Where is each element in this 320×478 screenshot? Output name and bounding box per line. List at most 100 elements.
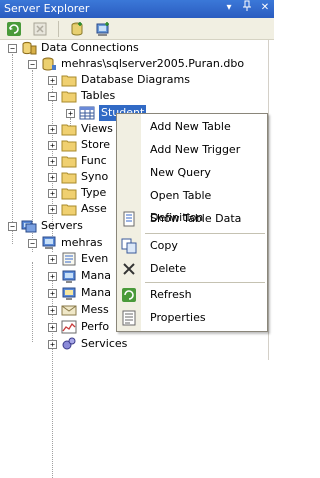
menu-item-copy[interactable]: Copy <box>117 235 267 257</box>
folder-icon <box>61 124 77 136</box>
tree-node-database-diagrams[interactable]: + Database Diagrams <box>48 72 190 88</box>
menu-item-refresh[interactable]: Refresh <box>117 284 267 306</box>
toolbar <box>0 18 274 40</box>
collapse-icon[interactable]: − <box>28 59 37 69</box>
expand-icon[interactable]: + <box>48 305 57 315</box>
tree-label: Func <box>81 154 107 167</box>
expand-icon[interactable]: + <box>48 188 57 198</box>
expand-icon[interactable]: + <box>66 108 75 118</box>
close-icon[interactable]: ✕ <box>258 0 272 16</box>
collapse-icon[interactable]: − <box>8 43 17 53</box>
menu-separator <box>145 282 265 283</box>
pin-icon[interactable] <box>240 0 254 16</box>
window-title: Server Explorer <box>4 2 90 15</box>
expand-icon[interactable]: + <box>48 339 57 349</box>
tree-node-management-events[interactable]: + Mana <box>48 285 111 301</box>
tree-node-servers[interactable]: − Servers <box>8 218 83 234</box>
stop-icon <box>33 22 47 35</box>
menu-item-label: Copy <box>150 239 178 252</box>
tree-node-management-classes[interactable]: + Mana <box>48 268 111 284</box>
tree-label: Mana <box>81 286 111 299</box>
menu-item-new-query[interactable]: New Query <box>117 162 267 184</box>
expand-icon[interactable]: + <box>48 75 57 85</box>
data-connections-icon <box>22 41 37 55</box>
tree-node-server-mehras[interactable]: − mehras <box>28 235 102 251</box>
menu-item-open-table-definition[interactable]: Open Table Definition <box>117 185 267 224</box>
tree-label: mehras <box>61 236 103 249</box>
tree-label: Mess <box>81 303 109 316</box>
menu-item-label: Delete <box>150 262 187 275</box>
menu-item-label: Show Table Data <box>150 212 242 225</box>
tree-label: Views <box>81 122 113 135</box>
tree-node-types[interactable]: + Type <box>48 185 106 201</box>
toolbar-separator <box>58 20 59 37</box>
collapse-icon[interactable]: − <box>48 91 57 101</box>
tree-node-connection[interactable]: − mehras\sqlserver2005.Puran.dbo <box>28 56 244 72</box>
tree-label: Perfo <box>81 320 110 333</box>
expand-icon[interactable]: + <box>48 322 57 332</box>
right-edge <box>268 40 274 360</box>
tree-node-data-connections[interactable]: − Data Connections <box>8 40 139 56</box>
expand-icon[interactable]: + <box>48 288 57 298</box>
tree-node-stored-procedures[interactable]: + Store <box>48 137 110 153</box>
tree-node-views[interactable]: + Views <box>48 121 113 137</box>
connect-to-server-button[interactable] <box>93 20 113 38</box>
tree-label: Asse <box>81 202 107 215</box>
tree-node-event-logs[interactable]: + Even <box>48 251 108 267</box>
database-connection-icon <box>42 57 56 71</box>
table-icon <box>79 106 95 120</box>
event-log-icon <box>62 252 76 266</box>
show-table-data-icon <box>123 211 135 227</box>
title-bar: Server Explorer ▾ ✕ <box>0 0 274 18</box>
tree-label: Syno <box>81 170 109 183</box>
expand-icon[interactable]: + <box>48 140 57 150</box>
connect-to-database-button[interactable] <box>67 20 87 38</box>
expand-icon[interactable]: + <box>48 172 57 182</box>
tree-label: mehras\sqlserver2005.Puran.dbo <box>61 57 245 70</box>
tree-node-functions[interactable]: + Func <box>48 153 107 169</box>
menu-item-add-new-table[interactable]: Add New Table <box>117 116 267 138</box>
dropdown-icon[interactable]: ▾ <box>222 0 236 16</box>
servers-icon <box>21 220 37 233</box>
menu-item-show-table-data[interactable]: Show Table Data <box>117 208 267 230</box>
refresh-button[interactable] <box>4 20 24 38</box>
collapse-icon[interactable]: − <box>8 221 17 231</box>
expand-icon[interactable]: + <box>48 156 57 166</box>
tree-label: Database Diagrams <box>81 73 190 86</box>
expand-icon[interactable]: + <box>48 271 57 281</box>
refresh-icon <box>7 21 21 36</box>
tree-node-message-queues[interactable]: + Mess <box>48 302 109 318</box>
tree-label: Even <box>81 252 109 265</box>
tree-node-services[interactable]: + Services <box>48 336 127 352</box>
tree-label: Type <box>81 186 107 199</box>
tree-node-assemblies[interactable]: + Asse <box>48 201 107 217</box>
stop-refresh-button[interactable] <box>30 20 50 38</box>
collapse-icon[interactable]: − <box>28 238 37 248</box>
expand-icon[interactable]: + <box>48 204 57 214</box>
menu-item-add-new-trigger[interactable]: Add New Trigger <box>117 139 267 161</box>
tree-label: Mana <box>81 269 111 282</box>
menu-item-label: Add New Trigger <box>150 143 241 156</box>
folder-icon <box>61 204 77 216</box>
expand-icon[interactable]: + <box>48 124 57 134</box>
copy-icon <box>121 238 137 254</box>
expand-icon[interactable]: + <box>48 254 57 264</box>
menu-item-properties[interactable]: Properties <box>117 307 267 329</box>
tree-node-performance-counters[interactable]: + Perfo <box>48 319 109 335</box>
menu-item-delete[interactable]: Delete <box>117 258 267 280</box>
menu-item-label: Add New Table <box>150 120 231 133</box>
tree-label: Store <box>81 138 111 151</box>
computer-icon <box>42 236 56 249</box>
menu-item-label: Properties <box>150 311 206 324</box>
context-menu: Add New Table Add New Trigger New Query … <box>116 113 268 332</box>
folder-icon <box>61 188 77 200</box>
folder-icon <box>61 140 77 152</box>
folder-open-icon <box>61 91 77 103</box>
menu-separator <box>145 233 265 234</box>
tree-node-synonyms[interactable]: + Syno <box>48 169 108 185</box>
tree-label: Services <box>81 337 128 350</box>
connect-to-server-icon <box>96 21 109 36</box>
menu-item-label: New Query <box>150 166 211 179</box>
folder-icon <box>61 156 77 168</box>
tree-node-tables[interactable]: − Tables <box>48 88 115 104</box>
